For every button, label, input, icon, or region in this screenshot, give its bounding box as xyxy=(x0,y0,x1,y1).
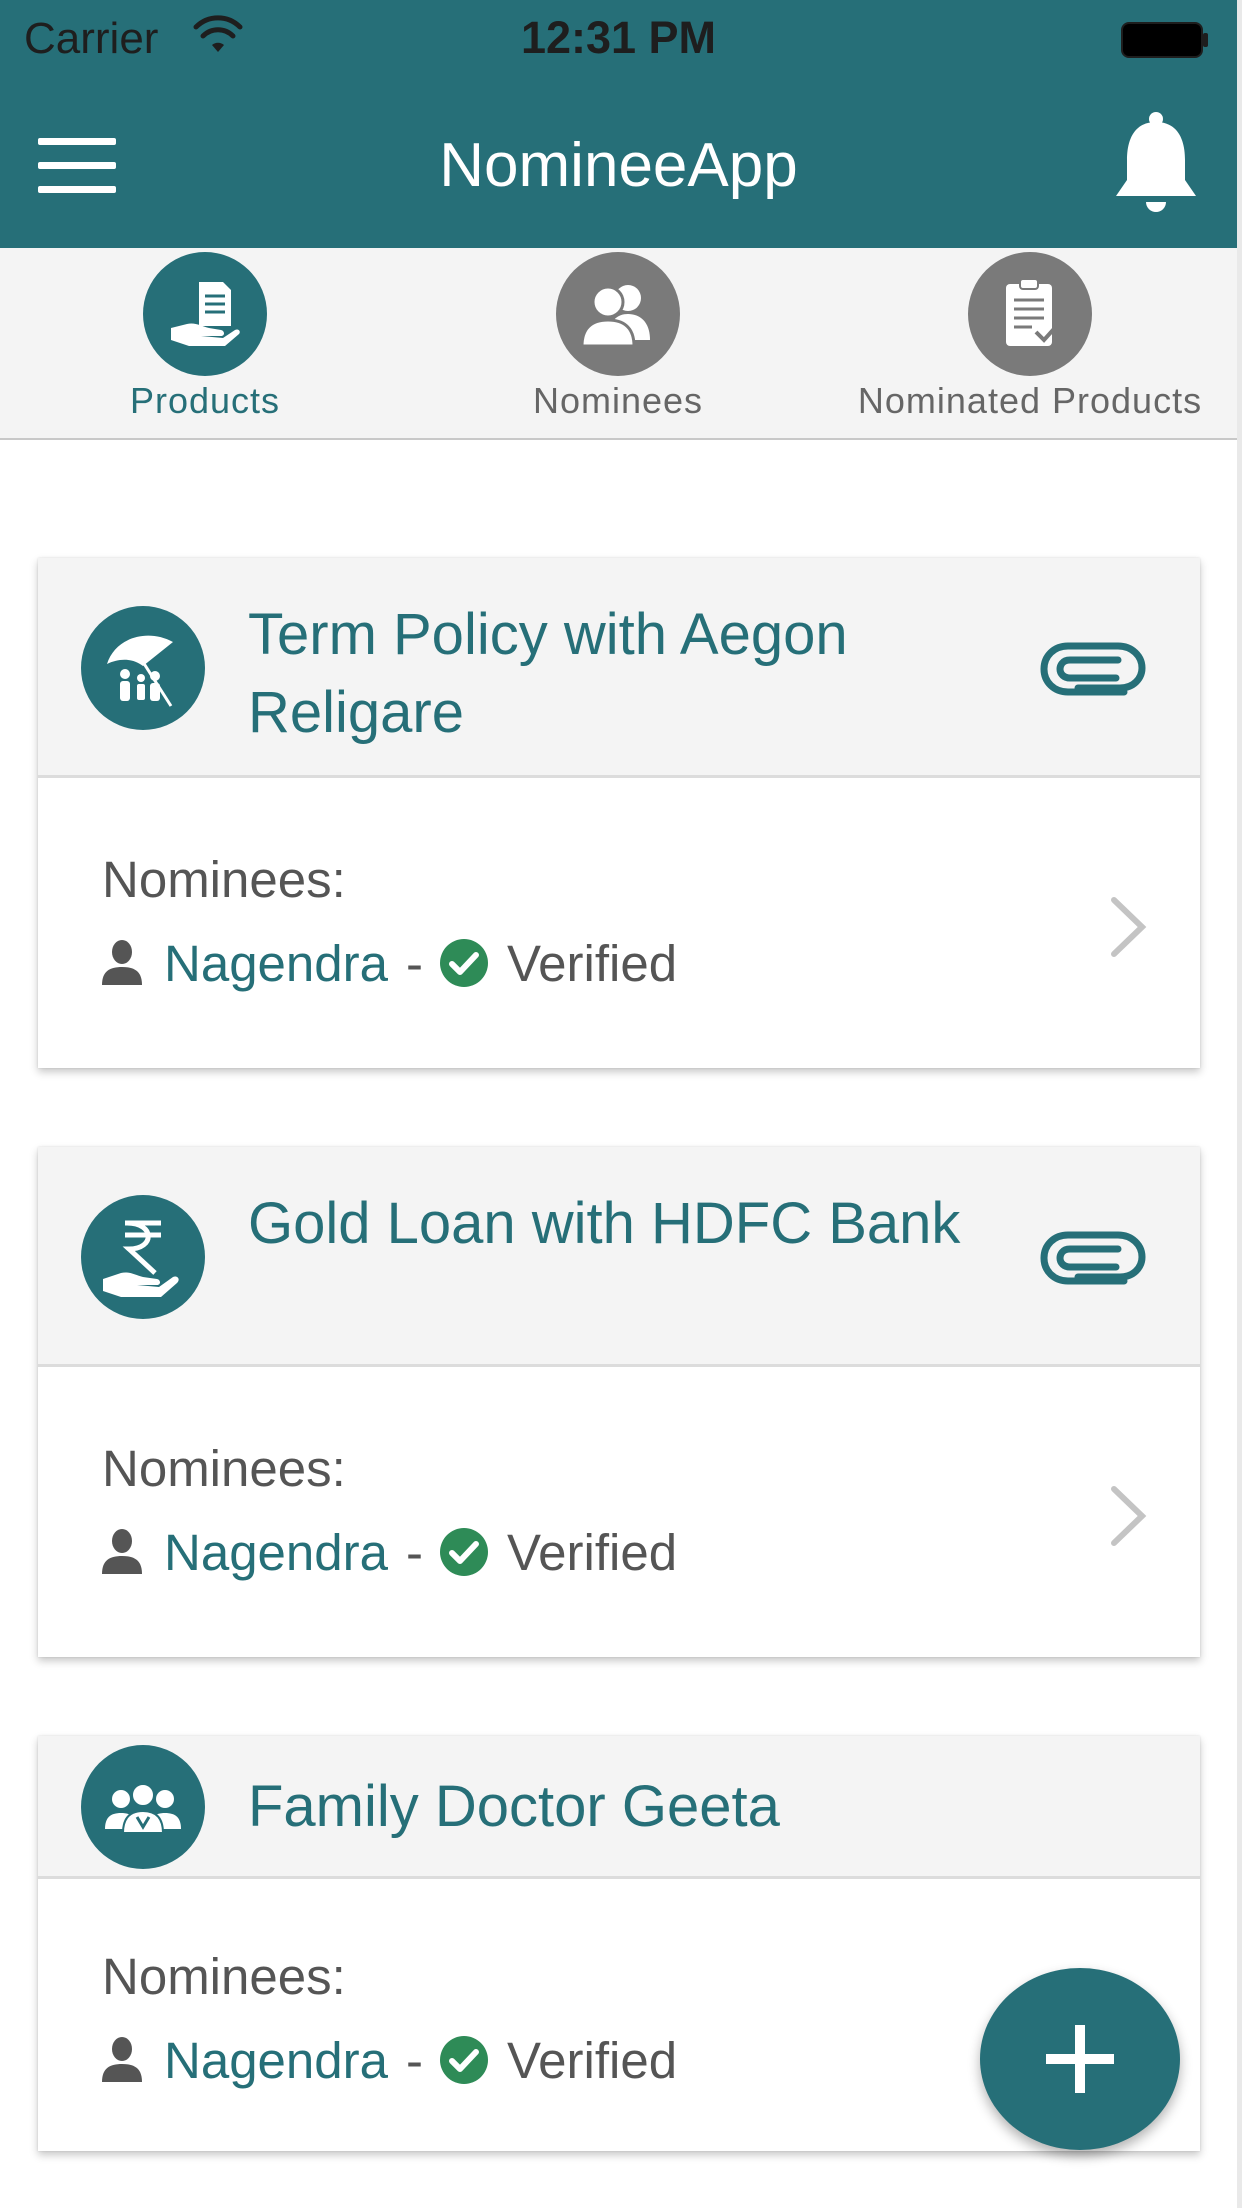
tab-nominees[interactable]: Nominees xyxy=(418,248,818,438)
people-icon xyxy=(556,252,680,376)
check-circle-icon xyxy=(439,1528,488,1576)
paperclip-icon[interactable] xyxy=(1038,636,1150,702)
hand-document-icon xyxy=(143,252,267,376)
nominee-name: Nagendra xyxy=(164,1523,388,1581)
separator: - xyxy=(406,1523,423,1581)
paperclip-icon[interactable] xyxy=(1038,1225,1150,1291)
tab-label: Nominees xyxy=(532,380,704,421)
card-header: Term Policy with Aegon Religare xyxy=(38,558,1200,778)
top-bar: Carrier 12:31 PM NomineeApp xyxy=(0,0,1237,248)
check-circle-icon xyxy=(439,2036,488,2084)
tab-products[interactable]: Products xyxy=(5,248,405,438)
page-title: NomineeApp xyxy=(439,131,798,200)
card-header: Gold Loan with HDFC Bank xyxy=(38,1147,1200,1367)
card-title: Term Policy with Aegon Religare xyxy=(248,602,848,745)
umbrella-family-icon xyxy=(81,606,205,730)
product-card: Term Policy with Aegon Religare Nominees… xyxy=(38,558,1200,1068)
verified-status: Verified xyxy=(506,1523,678,1581)
nominee-app-screen: Carrier 12:31 PM NomineeApp Products Nom… xyxy=(0,0,1242,2208)
nominee-name: Nagendra xyxy=(164,2031,388,2089)
tab-label: Nominated Products xyxy=(857,380,1203,421)
nominees-label: Nominees: xyxy=(102,851,346,908)
check-circle-icon xyxy=(439,939,488,987)
person-icon xyxy=(102,1529,142,1574)
person-icon xyxy=(102,2037,142,2082)
tab-label: Products xyxy=(129,380,281,421)
screen-edge xyxy=(1237,0,1242,2208)
person-icon xyxy=(102,940,142,985)
rupee-hand-icon xyxy=(81,1195,205,1319)
battery-icon xyxy=(1121,22,1208,58)
tab-nominated-products[interactable]: Nominated Products xyxy=(830,248,1230,438)
verified-status: Verified xyxy=(506,934,678,992)
nominee-row: Nagendra - Verified xyxy=(100,928,677,998)
chevron-right-icon[interactable] xyxy=(1108,1485,1148,1547)
tab-bar: Products Nominees Nominated Products xyxy=(0,248,1237,440)
verified-status: Verified xyxy=(506,2031,678,2089)
card-title: Gold Loan with HDFC Bank xyxy=(248,1191,961,1256)
clipboard-check-icon xyxy=(968,252,1092,376)
separator: - xyxy=(406,934,423,992)
plus-icon xyxy=(1046,2025,1114,2093)
bell-icon[interactable] xyxy=(1110,110,1202,218)
card-header: Family Doctor Geeta xyxy=(38,1736,1200,1879)
card-body[interactable]: Nominees: Nagendra - Verified xyxy=(38,778,1200,1068)
nominees-label: Nominees: xyxy=(102,1948,346,2005)
nominees-label: Nominees: xyxy=(102,1440,346,1497)
separator: - xyxy=(406,2031,423,2089)
status-time: 12:31 PM xyxy=(520,12,717,63)
nominee-name: Nagendra xyxy=(164,934,388,992)
chevron-right-icon[interactable] xyxy=(1108,896,1148,958)
add-product-button[interactable] xyxy=(980,1968,1180,2150)
card-body[interactable]: Nominees: Nagendra - Verified xyxy=(38,1367,1200,1657)
nominee-row: Nagendra - Verified xyxy=(100,2025,677,2095)
product-card: Gold Loan with HDFC Bank Nominees: Nagen… xyxy=(38,1147,1200,1657)
card-title: Family Doctor Geeta xyxy=(248,1774,780,1839)
nominee-row: Nagendra - Verified xyxy=(100,1517,677,1587)
doctor-group-icon xyxy=(81,1745,205,1869)
